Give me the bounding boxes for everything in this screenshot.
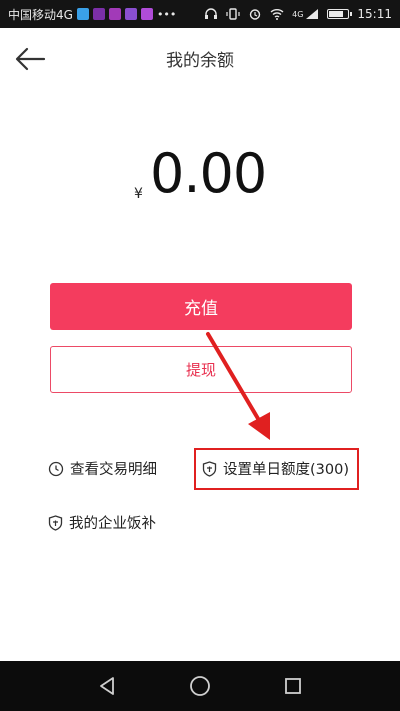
circle-home-icon [190,676,210,696]
square-recent-icon [285,678,302,694]
annotation-highlight-box [194,448,359,490]
page-title: 我的余额 [166,51,234,71]
notification-icon-3 [108,8,121,20]
transaction-details-label: 查看交易明细 [70,462,157,478]
signal-icon [306,9,319,19]
annotation-arrow [206,332,270,440]
currency-symbol: ¥ [134,186,143,202]
status-right: 4G 15:11 [204,7,392,21]
nav-home-button[interactable] [188,674,212,698]
balance-value: 0.00 [150,142,267,205]
shield-icon [48,514,63,531]
clock-icon [48,461,64,476]
clock-label: 15:11 [357,7,392,21]
header: 我的余额 [0,28,400,88]
wifi-icon [270,9,284,20]
triangle-back-icon [99,677,114,695]
system-nav-bar [0,661,400,711]
headphones-icon [205,8,218,19]
notification-icon-2 [92,8,105,20]
recharge-button[interactable]: 充值 [50,283,352,330]
status-left: 中国移动4G ••• [8,6,176,23]
nav-recent-button[interactable] [281,674,305,698]
more-notifications-icon: ••• [156,7,177,21]
nav-back-button[interactable] [95,674,119,698]
vibrate-icon [226,8,240,20]
carrier-label: 中国移动4G [8,7,73,22]
network-type-label: 4G [292,9,304,19]
balance-display: ¥ 0.00 [0,142,400,212]
corporate-meal-label: 我的企业饭补 [69,516,156,532]
battery-icon [327,9,353,19]
notification-icon-4 [124,8,137,20]
notification-icon-1 [76,8,89,20]
transaction-details-link[interactable]: 查看交易明细 [48,458,157,479]
alarm-icon [249,9,261,20]
notification-icon-5 [140,8,153,20]
status-bar: 中国移动4G ••• 4G 15:11 [0,0,400,28]
corporate-meal-link[interactable]: 我的企业饭补 [48,512,156,533]
